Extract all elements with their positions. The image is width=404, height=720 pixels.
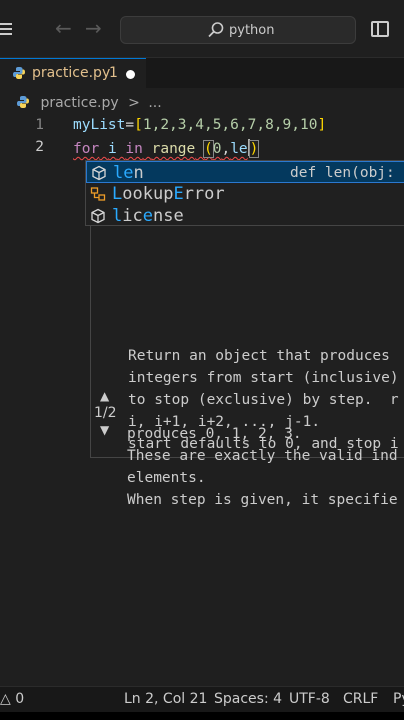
bracket-token: ( xyxy=(203,140,214,158)
breadcrumb: practice.py > ... xyxy=(16,95,162,113)
number-list-token: 1,2,3,4,5,6,7,8,9,10 xyxy=(142,117,318,133)
back-arrow-icon[interactable]: ← xyxy=(55,18,72,38)
suggestion-label: len xyxy=(113,163,144,183)
doc-line: These are exactly the valid ind xyxy=(127,448,398,464)
chevron-up-icon[interactable]: ▲ xyxy=(100,389,109,403)
suggestion-item[interactable]: len def len(obj: xyxy=(86,161,404,183)
suggestion-item[interactable]: license xyxy=(86,205,404,227)
suggestion-label: LookupError xyxy=(112,184,225,204)
cube-icon xyxy=(91,208,105,224)
editor-tab-bar: practice.py 1 xyxy=(0,58,404,88)
variable-token: i xyxy=(107,141,117,157)
code-line-2[interactable]: for i in range (0,le) xyxy=(73,139,260,158)
operator-token: = xyxy=(125,117,135,133)
partial-identifier-token: le xyxy=(230,141,248,157)
variable-token: myList xyxy=(73,117,126,133)
encoding-setting[interactable]: UTF-8 xyxy=(289,691,330,707)
status-bar: △ 0 Ln 2, Col 21 Spaces: 4 UTF-8 CRLF Py xyxy=(0,686,404,712)
suggestion-label: license xyxy=(112,206,184,226)
toggle-sidebar-icon[interactable] xyxy=(371,21,389,37)
doc-line: integers from start (inclusive) xyxy=(128,370,399,386)
cube-icon xyxy=(92,165,106,181)
line-ending-setting[interactable]: CRLF xyxy=(343,691,378,707)
keyword-token: in xyxy=(125,141,143,157)
keyword-token: for xyxy=(73,141,100,157)
hamburger-menu-icon[interactable] xyxy=(0,20,14,38)
tab-label: practice.py xyxy=(32,65,111,81)
python-file-icon xyxy=(17,96,29,108)
bottom-strip xyxy=(0,712,404,720)
forward-arrow-icon[interactable]: → xyxy=(85,18,102,38)
python-file-icon xyxy=(13,67,25,79)
cursor-position[interactable]: Ln 2, Col 21 xyxy=(124,691,207,707)
command-center-search[interactable]: python xyxy=(120,16,356,44)
command-center-text: python xyxy=(229,23,275,38)
breadcrumb-symbols[interactable]: ... xyxy=(148,95,161,111)
suggest-widget: len def len(obj: LookupError license xyxy=(85,160,404,226)
tab-practice-py[interactable]: practice.py 1 xyxy=(0,58,146,88)
function-token: range xyxy=(151,141,196,157)
chevron-down-icon[interactable]: ▼ xyxy=(100,423,109,437)
suggestion-item[interactable]: LookupError xyxy=(86,183,404,205)
doc-line: produces 0, 1, 2, 3. xyxy=(127,426,302,442)
operator-token: , xyxy=(221,141,231,157)
class-icon xyxy=(90,187,106,201)
title-bar: ← → python xyxy=(0,0,404,58)
bracket-token: ) xyxy=(248,140,260,158)
doc-line: to stop (exclusive) by step. r xyxy=(128,392,399,408)
unsaved-dot-icon[interactable] xyxy=(126,70,135,79)
overload-counter: 1/2 xyxy=(94,405,117,421)
doc-line: When step is given, it specifie xyxy=(127,492,398,508)
breadcrumb-file[interactable]: practice.py xyxy=(40,95,118,111)
suggestion-detail: def len(obj: xyxy=(290,165,395,181)
doc-line: elements. xyxy=(127,470,206,486)
tab-problem-count: 1 xyxy=(109,65,118,81)
bracket-token: ] xyxy=(317,117,327,133)
line-number: 2 xyxy=(35,139,44,155)
breadcrumb-separator: > xyxy=(128,95,140,111)
code-line-1[interactable]: myList=[1,2,3,4,5,6,7,8,9,10] xyxy=(73,117,326,133)
language-mode[interactable]: Py xyxy=(393,691,404,707)
search-icon xyxy=(208,22,224,38)
doc-line: Return an object that produces xyxy=(128,348,390,364)
problems-indicator[interactable]: △ 0 xyxy=(0,691,24,707)
bracket-token: [ xyxy=(134,117,143,133)
indentation-setting[interactable]: Spaces: 4 xyxy=(214,691,282,707)
line-number: 1 xyxy=(35,117,44,133)
